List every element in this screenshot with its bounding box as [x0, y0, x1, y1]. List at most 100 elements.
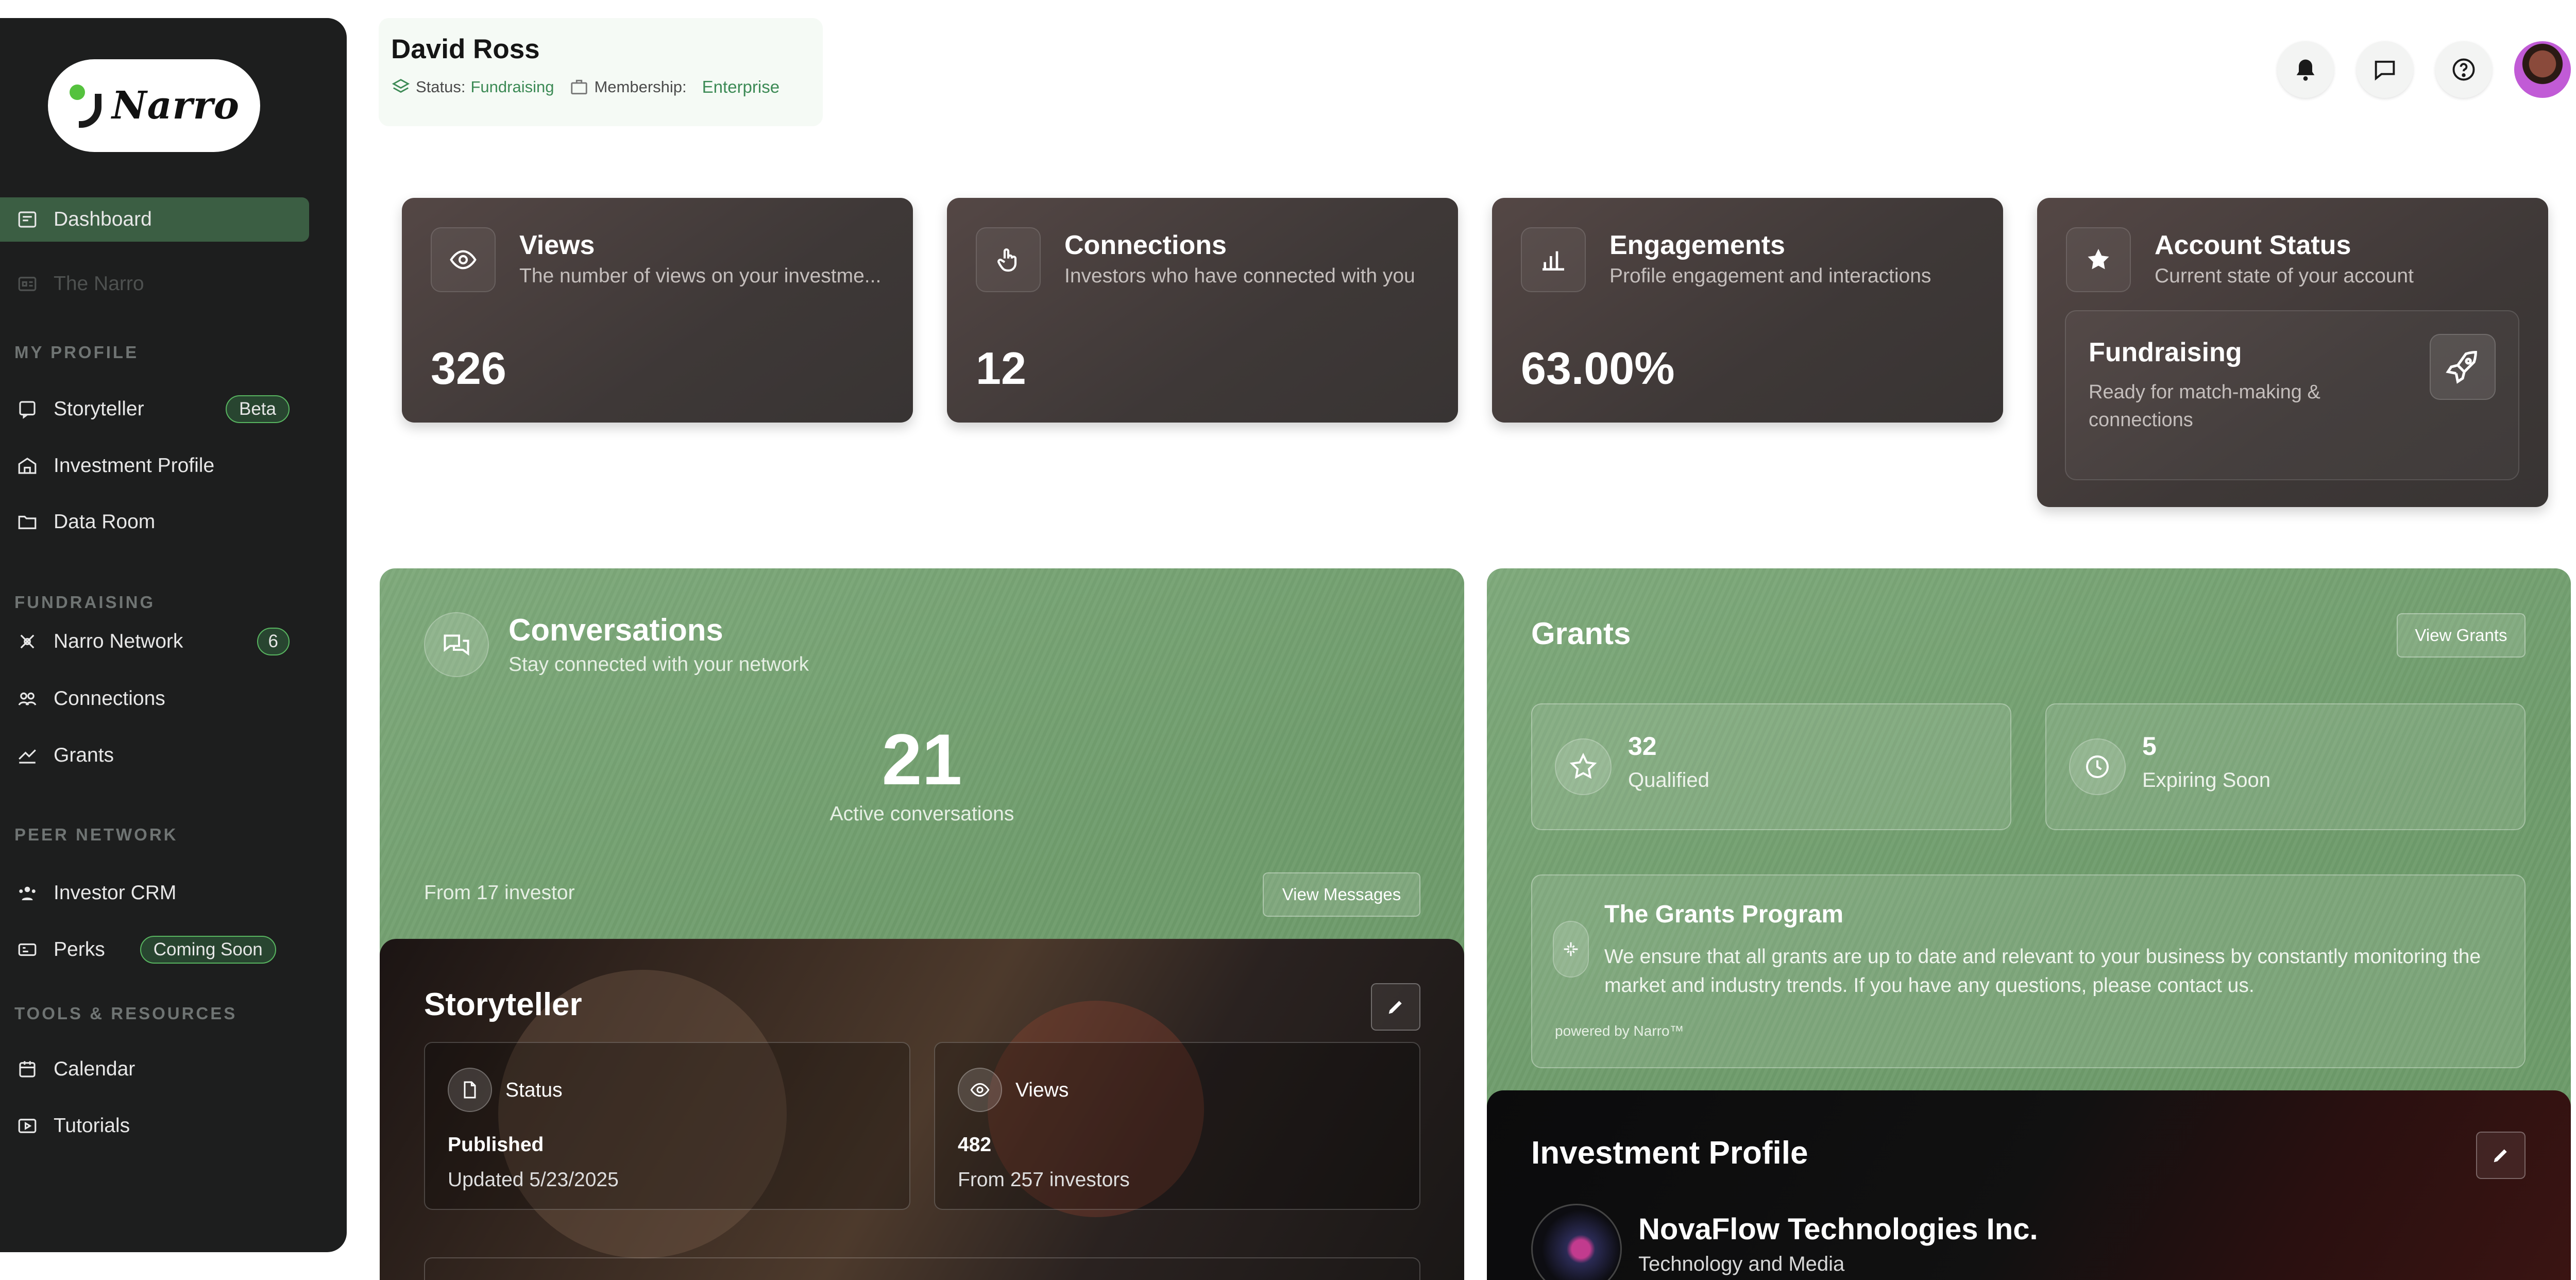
calendar-icon — [15, 1057, 39, 1081]
qualified-grants-card[interactable]: 32 Qualified — [1531, 703, 2011, 830]
beta-badge: Beta — [226, 395, 290, 423]
qualified-label: Qualified — [1628, 769, 1709, 791]
storyteller-title: Storyteller — [424, 987, 582, 1022]
view-messages-button[interactable]: View Messages — [1263, 872, 1420, 917]
conversations-footer: From 17 investor — [424, 882, 575, 904]
stat-value: 12 — [976, 343, 1026, 394]
views-card-from: From 257 investors — [958, 1169, 1130, 1191]
sidebar-item-label: Grants — [54, 744, 114, 766]
sidebar-item-perks[interactable]: Perks Coming Soon — [0, 928, 309, 972]
sidebar-item-data-room[interactable]: Data Room — [0, 500, 309, 544]
sidebar-item-label: Investment Profile — [54, 454, 215, 477]
status-label: Status: — [416, 78, 466, 96]
sidebar-item-label: Perks — [54, 938, 105, 961]
storyteller-views-card: Views 482 From 257 investors — [934, 1042, 1420, 1210]
status-card-updated: Updated 5/23/2025 — [448, 1169, 619, 1191]
sidebar-item-grants[interactable]: Grants — [0, 733, 309, 778]
avatar[interactable] — [2514, 41, 2571, 98]
user-name: David Ross — [391, 34, 540, 64]
status-card-label: Status — [505, 1079, 563, 1101]
stat-desc: Investors who have connected with you — [1064, 265, 1415, 287]
sidebar-item-label: Data Room — [54, 511, 156, 533]
company-logo — [1531, 1204, 1622, 1280]
chat-bubbles-icon — [424, 612, 489, 677]
building-icon — [15, 454, 39, 478]
sidebar-item-the-narro[interactable]: The Narro — [0, 262, 309, 306]
grants-icon — [15, 744, 39, 767]
sidebar-item-label: Dashboard — [54, 208, 152, 230]
folder-icon — [15, 510, 39, 534]
notifications-button[interactable] — [2277, 41, 2334, 98]
powered-by: powered by Narro™ — [1555, 1023, 1684, 1039]
network-icon — [15, 630, 39, 653]
expiring-count: 5 — [2142, 732, 2157, 761]
narro-icon — [15, 272, 39, 296]
storyteller-icon — [15, 397, 39, 421]
expiring-grants-card[interactable]: 5 Expiring Soon — [2045, 703, 2526, 830]
stat-value: 63.00% — [1521, 343, 1675, 394]
narro-logo[interactable]: Narro — [48, 59, 260, 152]
edit-storyteller-button[interactable] — [1371, 983, 1420, 1031]
sidebar-item-connections[interactable]: Connections — [0, 677, 309, 721]
help-button[interactable] — [2435, 41, 2492, 98]
messages-button[interactable] — [2357, 41, 2413, 98]
account-state-title: Fundraising — [2089, 338, 2242, 367]
company-name: NovaFlow Technologies Inc. — [1638, 1212, 2038, 1246]
conversations-subtitle: Stay connected with your network — [509, 653, 809, 676]
account-state-box: Fundraising Ready for match-making & con… — [2065, 310, 2519, 480]
eye-icon — [431, 227, 496, 292]
sidebar-item-label: Narro Network — [54, 630, 183, 652]
sidebar-item-calendar[interactable]: Calendar — [0, 1047, 309, 1091]
account-desc: Current state of your account — [2155, 265, 2414, 287]
stat-desc: The number of views on your investme... — [519, 265, 882, 287]
stat-title: Views — [519, 230, 595, 260]
stat-title: Engagements — [1609, 230, 1785, 260]
storyteller-panel: Storyteller Status Published Updated 5/2… — [380, 939, 1464, 1280]
sidebar-item-storyteller[interactable]: Storyteller Beta — [0, 387, 309, 431]
star-icon — [2066, 227, 2131, 292]
company-industry: Technology and Media — [1638, 1253, 1845, 1275]
sidebar-item-label: Calendar — [54, 1058, 135, 1080]
qualified-count: 32 — [1628, 732, 1657, 761]
tutorials-icon — [15, 1114, 39, 1138]
stat-card-engagements: Engagements Profile engagement and inter… — [1492, 198, 2003, 423]
status-card-value: Published — [448, 1134, 544, 1156]
sidebar-item-label: Connections — [54, 687, 165, 710]
view-grants-button[interactable]: View Grants — [2397, 613, 2526, 658]
sidebar-item-narro-network[interactable]: Narro Network 6 — [0, 619, 309, 664]
profile-header: David Ross Status: Fundraising Membershi… — [379, 18, 823, 126]
storyteller-extra-card — [424, 1257, 1420, 1280]
profile-meta: Status: Fundraising Membership: Enterpri… — [391, 77, 779, 97]
status-value: Fundraising — [470, 78, 554, 96]
perks-icon — [15, 938, 39, 962]
stat-card-connections: Connections Investors who have connected… — [947, 198, 1458, 423]
coming-soon-badge: Coming Soon — [140, 936, 276, 964]
grants-program-title: The Grants Program — [1604, 901, 1844, 928]
sidebar-item-dashboard[interactable]: Dashboard — [0, 197, 309, 242]
account-state-desc: Ready for match-making & connections — [2089, 381, 2320, 431]
layers-icon — [392, 79, 410, 93]
grants-program-card: The Grants Program We ensure that all gr… — [1531, 874, 2526, 1068]
account-title: Account Status — [2155, 230, 2351, 260]
membership-value: Enterprise — [702, 77, 780, 96]
sidebar-item-investor-crm[interactable]: Investor CRM — [0, 871, 309, 915]
connections-icon — [15, 687, 39, 711]
briefcase-icon — [571, 79, 588, 95]
sidebar-item-label: Tutorials — [54, 1115, 130, 1137]
section-title-peer-network: PEER NETWORK — [14, 825, 178, 844]
help-icon — [2452, 58, 2475, 81]
clock-icon — [2069, 738, 2126, 795]
sidebar-item-label: Storyteller — [54, 398, 144, 420]
sidebar-item-tutorials[interactable]: Tutorials — [0, 1104, 309, 1148]
active-conversations-label: Active conversations — [829, 803, 1014, 825]
crm-icon — [15, 881, 39, 905]
rocket-icon — [2430, 334, 2496, 400]
star-outline-icon — [1555, 738, 1612, 795]
membership-label: Membership: — [594, 78, 687, 96]
sidebar-item-investment-profile[interactable]: Investment Profile — [0, 444, 309, 488]
stat-title: Connections — [1064, 230, 1227, 260]
document-icon — [448, 1068, 492, 1112]
stat-card-account-status: Account Status Current state of your acc… — [2037, 198, 2548, 507]
section-title-fundraising: FUNDRAISING — [14, 593, 156, 612]
edit-investment-profile-button[interactable] — [2476, 1132, 2526, 1179]
